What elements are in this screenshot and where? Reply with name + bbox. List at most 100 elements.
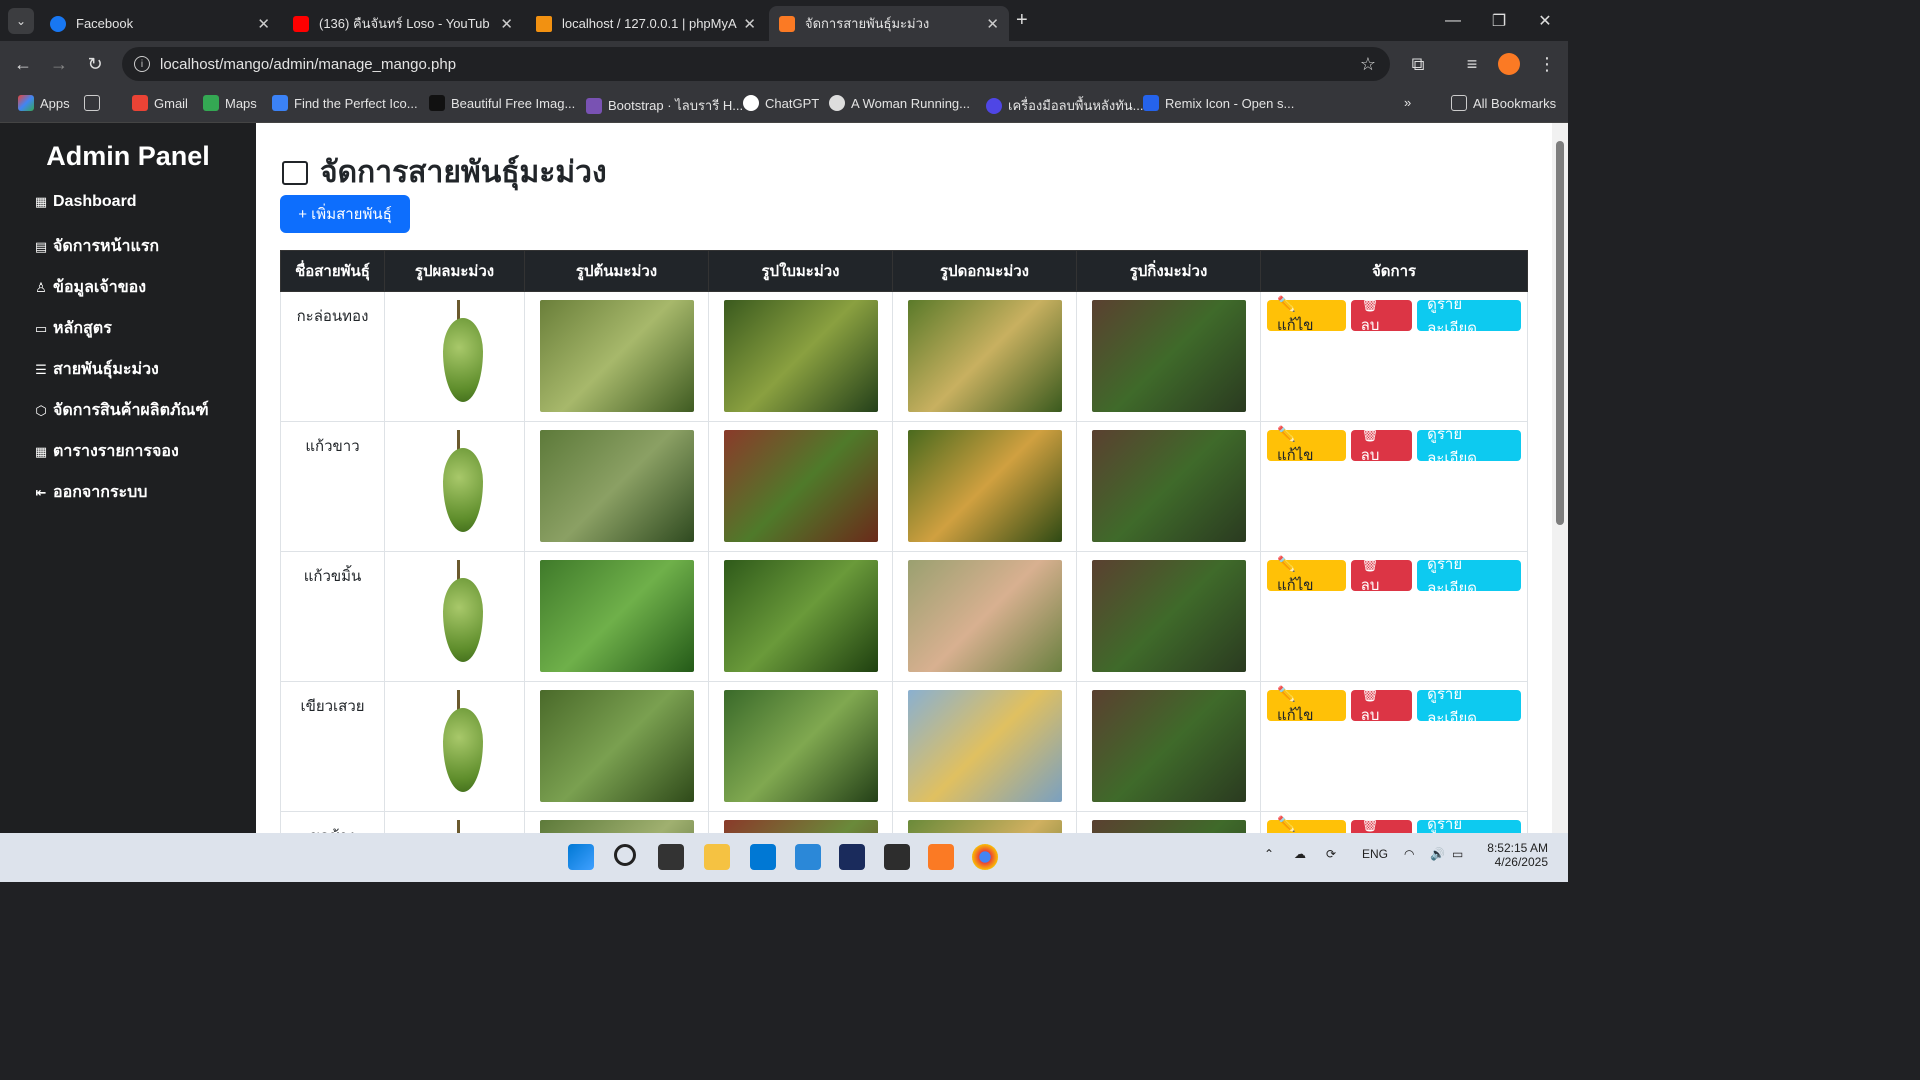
tab-phpmyadmin[interactable]: localhost / 127.0.0.1 | phpMyAd ✕	[526, 6, 766, 41]
mango-name: กะล่อนทอง	[280, 291, 385, 422]
explorer-icon[interactable]	[704, 844, 730, 870]
mango-leaf-image	[723, 560, 878, 672]
cloud-icon[interactable]: ☁	[1294, 847, 1306, 861]
more-bookmarks-icon[interactable]: »	[1404, 95, 1411, 110]
bookmark-remix-icon[interactable]: Remix Icon - Open s...	[1143, 95, 1294, 111]
mango-name: ขอช้าง	[280, 811, 385, 833]
bookmark-bootstrap[interactable]: Bootstrap · ไลบรารี H...	[586, 95, 743, 116]
bookmark-chatgpt[interactable]: ChatGPT	[743, 95, 819, 111]
bookmark-maps[interactable]: Maps	[203, 95, 257, 111]
sidebar-item-logout[interactable]: ⇤ ออกจากระบบ	[34, 480, 148, 505]
edit-button[interactable]: ✏️ แก้ไข	[1267, 556, 1346, 594]
close-window-button[interactable]: ✕	[1522, 0, 1568, 41]
all-bookmarks[interactable]: All Bookmarks	[1451, 95, 1556, 111]
battery-icon[interactable]: ▭	[1452, 847, 1463, 861]
tab-bar: ⌄ Facebook ✕ (136) คืนจันทร์ Loso - YouTu…	[0, 0, 1568, 41]
sidebar-item-owner[interactable]: ♙ ข้อมูลเจ้าของ	[34, 275, 146, 300]
star-icon[interactable]: ☆	[1360, 54, 1376, 75]
sidebar-item-home[interactable]: ▤ จัดการหน้าแรก	[34, 234, 159, 259]
scroll-thumb[interactable]	[1556, 141, 1564, 525]
detail-button[interactable]: ดูรายละเอียด	[1417, 686, 1521, 727]
new-tab-button[interactable]: +	[1016, 9, 1028, 32]
close-icon[interactable]: ✕	[500, 15, 513, 33]
bookmark-remove-bg[interactable]: เครื่องมือลบพื้นหลังทัน...	[986, 95, 1144, 116]
menu-icon[interactable]: ⋮	[1532, 49, 1562, 79]
address-bar[interactable]: i localhost/mango/admin/manage_mango.php…	[122, 47, 1390, 81]
tree-cell	[524, 681, 709, 812]
notepad-icon[interactable]	[795, 844, 821, 870]
language-indicator[interactable]: ENG	[1362, 847, 1388, 861]
xampp-taskbar-icon[interactable]	[928, 844, 954, 870]
tree-cell	[524, 551, 709, 682]
delete-button[interactable]: 🗑 ลบ	[1350, 556, 1413, 594]
tab-search-icon[interactable]: ⌄	[8, 8, 34, 34]
scrollbar[interactable]	[1552, 123, 1568, 833]
delete-button[interactable]: 🗑 ลบ	[1350, 426, 1413, 464]
volume-icon[interactable]: 🔊	[1430, 847, 1445, 861]
add-mango-button[interactable]: + เพิ่มสายพันธุ์	[280, 195, 410, 233]
reload-button[interactable]: ↻	[80, 49, 110, 79]
back-button[interactable]: ←	[8, 49, 38, 79]
task-view-icon[interactable]	[658, 844, 684, 870]
extensions-icon[interactable]: ⧉	[1403, 49, 1433, 79]
bookmark-icons[interactable]: Find the Perfect Ico...	[272, 95, 418, 111]
avatar[interactable]	[1498, 53, 1520, 75]
search-icon[interactable]	[614, 844, 636, 866]
clock[interactable]: 8:52:15 AM 4/26/2025	[1482, 841, 1548, 869]
edit-button[interactable]: ✏️ แก้ไข	[1267, 426, 1346, 464]
branch-cell	[1076, 811, 1261, 833]
minimize-button[interactable]: —	[1430, 0, 1476, 41]
detail-button[interactable]: ดูรายละเอียด	[1417, 556, 1521, 597]
mango-flower-image	[907, 820, 1062, 833]
start-icon[interactable]	[568, 844, 594, 870]
edit-button[interactable]: ✏️ แก้ไข	[1267, 296, 1346, 334]
tab-manage-mango[interactable]: จัดการสายพันธุ์มะม่วง ✕	[769, 6, 1009, 41]
detail-button[interactable]: ดูรายละเอียด	[1417, 426, 1521, 467]
table-icon: ▦	[34, 443, 48, 459]
close-icon[interactable]: ✕	[986, 15, 999, 33]
close-icon[interactable]: ✕	[257, 15, 270, 33]
stack-icon[interactable]	[884, 844, 910, 870]
forward-button[interactable]: →	[44, 49, 74, 79]
edit-button[interactable]: ✏️ แก้ไข	[1267, 816, 1346, 833]
table-row: เขียวเสวย ✏️ แก้ไข 🗑 ลบ ดูรายละเอียด	[280, 681, 1528, 812]
vscode-icon[interactable]	[750, 844, 776, 870]
bookmark-images[interactable]: Beautiful Free Imag...	[429, 95, 575, 111]
chrome-icon[interactable]	[972, 844, 998, 870]
chevron-up-icon[interactable]: ⌃	[1264, 847, 1274, 861]
close-icon[interactable]: ✕	[743, 15, 756, 33]
mango-branch-image	[1091, 820, 1246, 833]
media-icon[interactable]: ≡	[1457, 49, 1487, 79]
sidebar-item-bookings[interactable]: ▦ ตารางรายการจอง	[34, 439, 179, 464]
detail-button[interactable]: ดูรายละเอียด	[1417, 296, 1521, 337]
l-app-icon[interactable]	[839, 844, 865, 870]
tree-cell	[524, 291, 709, 422]
bookmark-gmail[interactable]: Gmail	[132, 95, 188, 111]
bookmark-woman-running[interactable]: A Woman Running...	[829, 95, 970, 111]
wifi-icon[interactable]: ◠	[1404, 847, 1414, 861]
branch-cell	[1076, 681, 1261, 812]
sync-icon[interactable]: ⟳	[1326, 847, 1336, 861]
edit-button[interactable]: ✏️ แก้ไข	[1267, 686, 1346, 724]
delete-button[interactable]: 🗑 ลบ	[1350, 296, 1413, 334]
bookmark-apps[interactable]: Apps	[18, 95, 70, 111]
sidebar-item-mango[interactable]: ☰ สายพันธุ์มะม่วง	[34, 357, 159, 382]
actions-cell: ✏️ แก้ไข🗑 ลบดูรายละเอียด	[1260, 291, 1528, 422]
leaf-cell	[708, 681, 893, 812]
delete-button[interactable]: 🗑 ลบ	[1350, 816, 1413, 833]
info-icon[interactable]: i	[134, 56, 150, 72]
mango-tree-image	[539, 690, 694, 802]
apps-icon	[18, 95, 34, 111]
sidebar-item-products[interactable]: ⬡ จัดการสินค้าผลิตภัณฑ์	[34, 398, 208, 423]
tab-facebook[interactable]: Facebook ✕	[40, 6, 280, 41]
grid-icon[interactable]	[84, 95, 106, 111]
restore-button[interactable]: ❐	[1476, 0, 1522, 41]
sidebar-item-dashboard[interactable]: ▦ Dashboard	[34, 193, 137, 211]
delete-button[interactable]: 🗑 ลบ	[1350, 686, 1413, 724]
detail-button[interactable]: ดูรายละเอียด	[1417, 816, 1521, 833]
logout-icon: ⇤	[35, 484, 47, 500]
tab-youtube[interactable]: (136) คืนจันทร์ Loso - YouTub ✕	[283, 6, 523, 41]
sidebar-item-courses[interactable]: ▭ หลักสูตร	[34, 316, 112, 341]
col-leaf: รูปใบมะม่วง	[708, 250, 893, 292]
mango-name: แก้วขาว	[280, 421, 385, 552]
